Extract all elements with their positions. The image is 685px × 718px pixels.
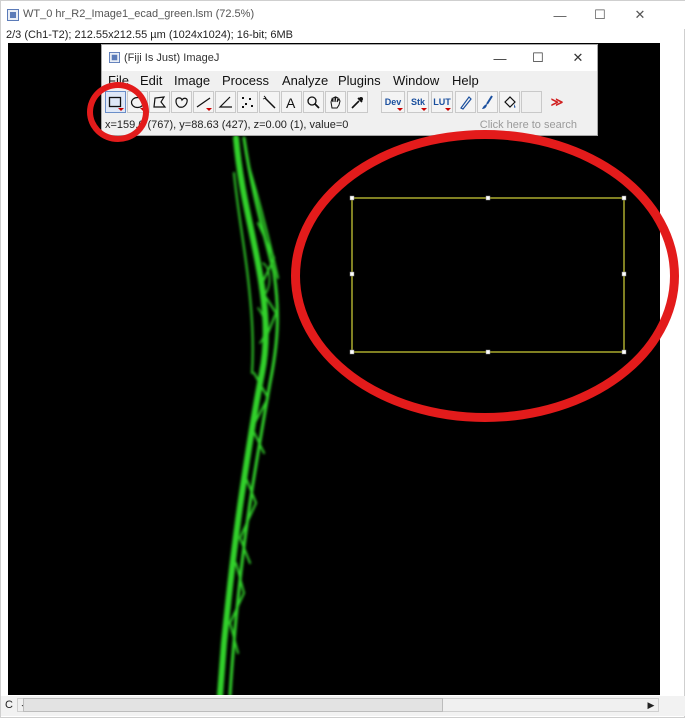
svg-text:A: A [286, 95, 296, 111]
imagej-maximize-button[interactable]: ☐ [524, 48, 552, 68]
magnifier-tool-button[interactable] [303, 91, 324, 113]
paint-bucket-icon [504, 95, 516, 108]
line-tool-button[interactable] [193, 91, 214, 113]
angle-tool-icon [218, 96, 232, 108]
pencil-icon [460, 95, 472, 110]
menu-edit[interactable]: Edit [140, 73, 162, 88]
imagej-main-window: (Fiji Is Just) ImageJ — ☐ ✕ File Edit Im… [101, 44, 598, 136]
magnifier-icon [307, 95, 320, 109]
imagej-menubar: File Edit Image Process Analyze Plugins … [102, 71, 597, 90]
hand-tool-button[interactable] [325, 91, 346, 113]
roi-handle[interactable] [621, 271, 627, 277]
menu-file[interactable]: File [108, 73, 129, 88]
roi-handle[interactable] [621, 349, 627, 355]
roi-handle[interactable] [349, 349, 355, 355]
hand-scroll-icon [330, 95, 341, 108]
minimize-button[interactable]: — [545, 5, 575, 25]
horizontal-scrollbar[interactable]: C ◀ ▶ [1, 696, 685, 716]
menu-help[interactable]: Help [452, 73, 479, 88]
pencil-tool-button[interactable] [455, 91, 476, 113]
roi-rectangle[interactable] [351, 197, 625, 353]
empty-tool-slot [521, 91, 542, 113]
imagej-close-button[interactable]: ✕ [564, 48, 592, 68]
imagej-titlebar[interactable]: (Fiji Is Just) ImageJ — ☐ ✕ [102, 45, 597, 71]
menu-analyze[interactable]: Analyze [282, 73, 328, 88]
wand-tool-button[interactable] [259, 91, 280, 113]
oval-tool-button[interactable] [127, 91, 148, 113]
image-info-line: 2/3 (Ch1-T2); 212.55x212.55 µm (1024x102… [6, 29, 293, 41]
dropper-icon [351, 96, 363, 109]
freehand-tool-button[interactable] [171, 91, 192, 113]
maximize-button[interactable]: ☐ [585, 5, 615, 25]
stk-label: Stk [410, 97, 425, 107]
menu-image[interactable]: Image [174, 73, 210, 88]
channel-slider-label: C [5, 699, 13, 711]
search-bar-placeholder[interactable]: Click here to search [480, 119, 577, 131]
dev-label: Dev [384, 97, 402, 107]
rectangle-tool-button[interactable] [105, 91, 126, 113]
lut-label: LUT [433, 97, 451, 107]
text-tool-icon: A [286, 95, 296, 111]
menu-plugins[interactable]: Plugins [338, 73, 381, 88]
menu-window[interactable]: Window [393, 73, 439, 88]
dev-tool-button[interactable]: Dev [381, 91, 405, 113]
image-canvas[interactable] [8, 43, 660, 695]
cursor-coordinates: x=159.0 (767), y=88.63 (427), z=0.00 (1)… [105, 119, 349, 131]
green-fluorescence-image [217, 135, 627, 695]
wand-tool-icon [262, 95, 276, 109]
color-picker-tool-button[interactable] [347, 91, 368, 113]
stacks-tool-button[interactable]: Stk [407, 91, 429, 113]
imagej-minimize-button[interactable]: — [486, 48, 514, 68]
more-tools-icon: ≫ [550, 95, 564, 109]
scrollbar-thumb[interactable] [23, 698, 443, 712]
roi-handle[interactable] [621, 195, 627, 201]
flood-fill-tool-button[interactable] [499, 91, 520, 113]
brush-tool-button[interactable] [477, 91, 498, 113]
more-tools-button[interactable]: ≫ [543, 91, 571, 113]
roi-handle[interactable] [349, 271, 355, 277]
multipoint-tool-button[interactable] [237, 91, 258, 113]
freehand-selection-icon [175, 96, 188, 108]
roi-handle[interactable] [349, 195, 355, 201]
image-window-title: WT_0 hr_R2_Image1_ecad_green.lsm (72.5%) [23, 8, 255, 20]
paintbrush-icon [482, 94, 493, 109]
polygon-tool-button[interactable] [149, 91, 170, 113]
close-button[interactable]: ✕ [625, 5, 655, 25]
imagej-app-icon [109, 52, 120, 63]
menu-process[interactable]: Process [222, 73, 269, 88]
point-tool-icon [242, 96, 253, 108]
angle-tool-button[interactable] [215, 91, 236, 113]
roi-handle[interactable] [485, 195, 491, 201]
imagej-toolbar: A Dev Stk LUT ≫ [102, 90, 597, 116]
polygon-selection-icon [153, 95, 167, 108]
image-window-titlebar[interactable]: WT_0 hr_R2_Image1_ecad_green.lsm (72.5%)… [1, 1, 685, 29]
roi-handle[interactable] [485, 349, 491, 355]
scroll-right-icon[interactable]: ▶ [644, 698, 658, 712]
imagej-statusbar: x=159.0 (767), y=88.63 (427), z=0.00 (1)… [102, 117, 597, 135]
text-tool-button[interactable]: A [281, 91, 302, 113]
imagej-app-icon [7, 9, 19, 21]
lut-tool-button[interactable]: LUT [431, 91, 453, 113]
imagej-title: (Fiji Is Just) ImageJ [124, 52, 220, 64]
